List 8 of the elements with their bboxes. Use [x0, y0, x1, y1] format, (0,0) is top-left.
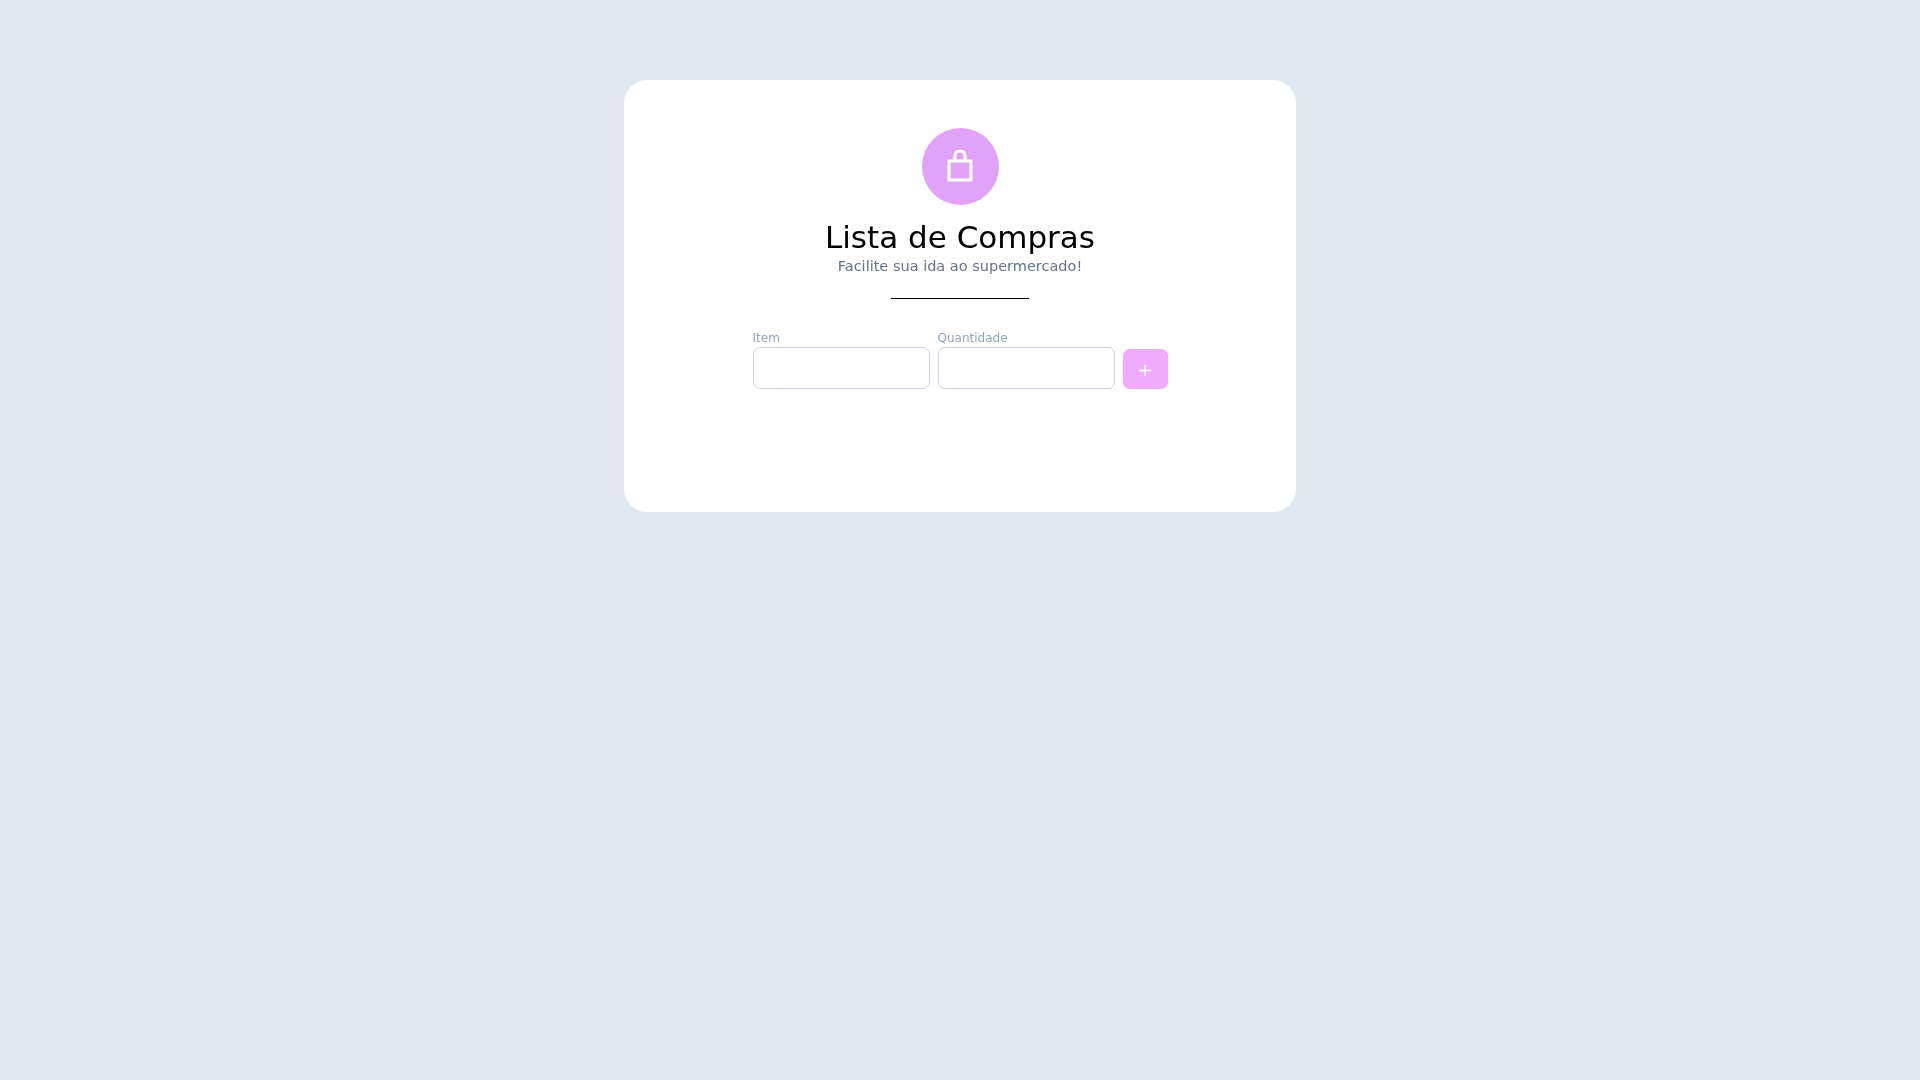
app-subtitle: Facilite sua ida ao supermercado!: [837, 258, 1083, 275]
shopping-bag-icon: [945, 149, 975, 184]
input-field[interactable]: [937, 347, 1115, 390]
input-field[interactable]: [752, 347, 930, 390]
field-label: Item: [752, 331, 781, 346]
add-button[interactable]: +: [1122, 349, 1168, 390]
app-title: Lista de Compras: [825, 219, 1095, 257]
field-label: Quantidade: [937, 331, 1009, 346]
